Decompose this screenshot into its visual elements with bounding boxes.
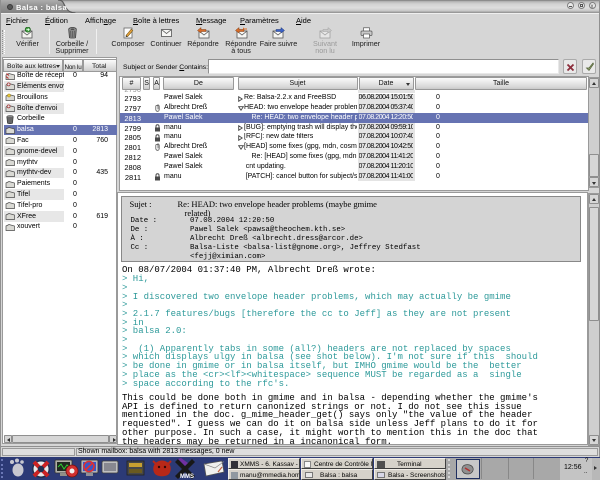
svg-text:MMS: MMS (180, 474, 194, 479)
